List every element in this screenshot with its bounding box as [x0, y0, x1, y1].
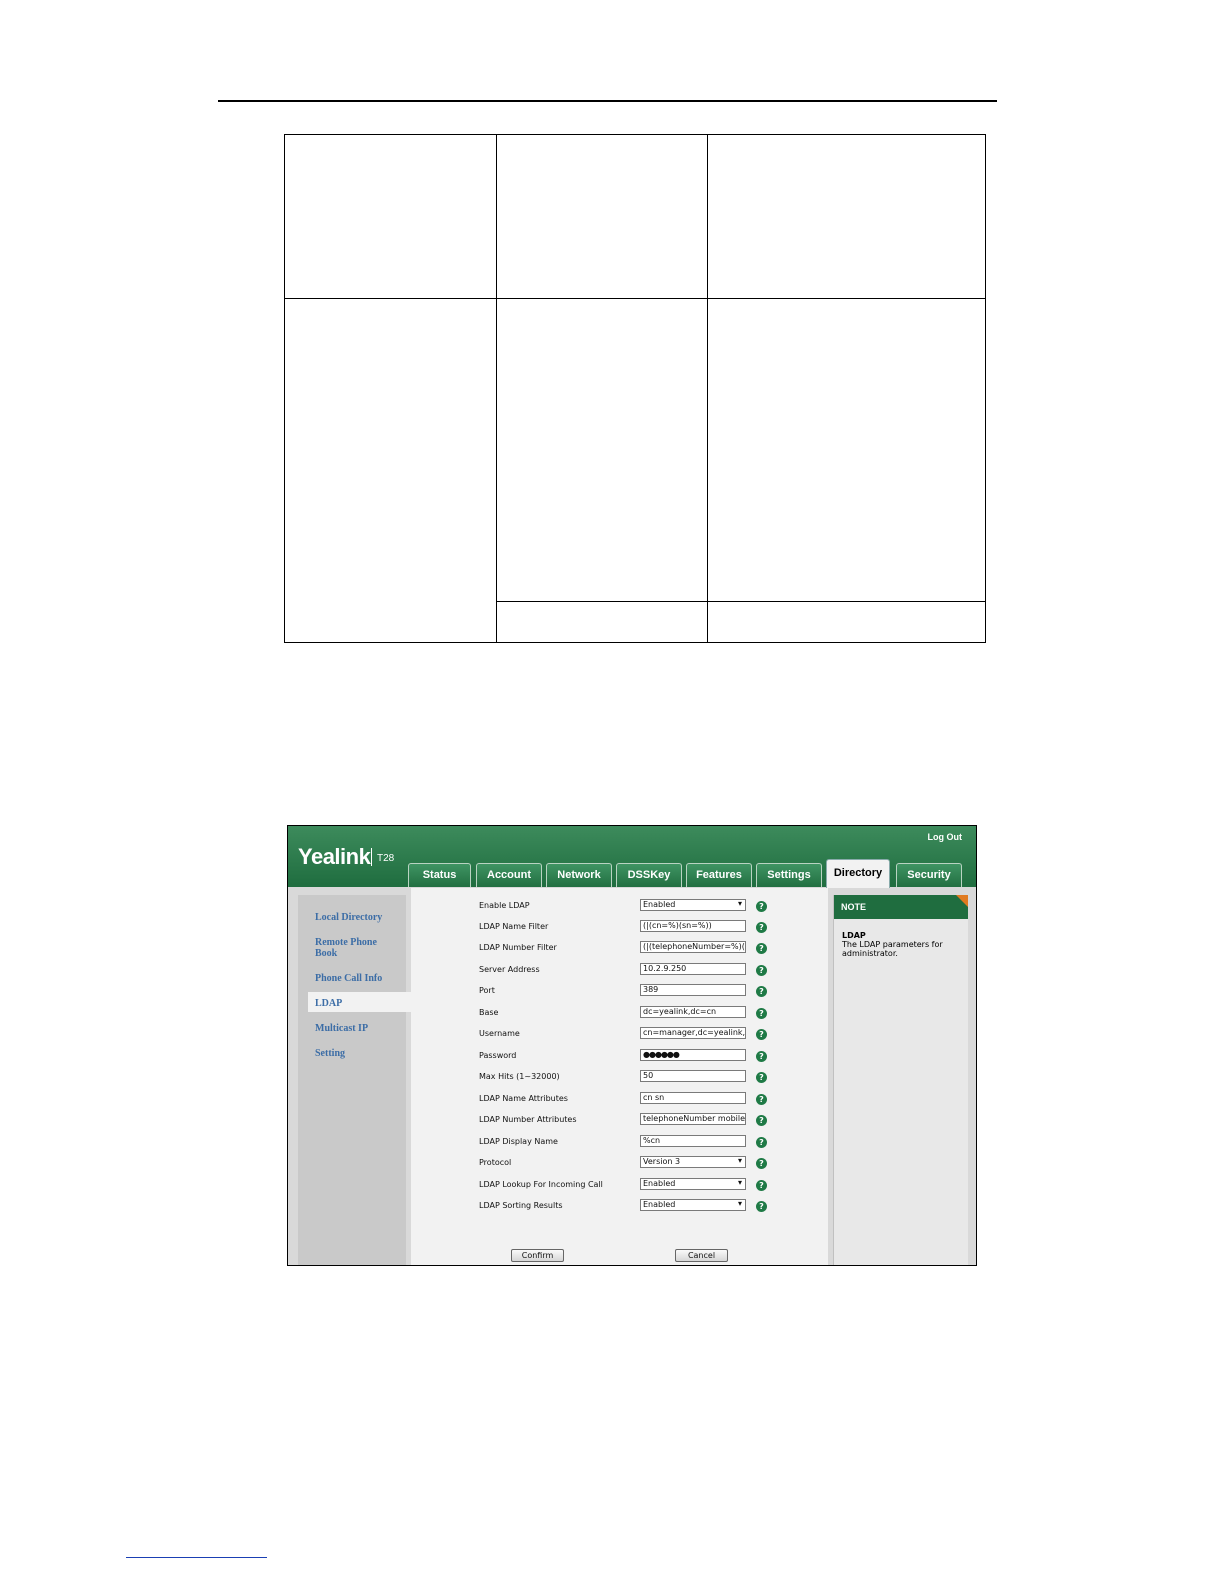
sidebar-item-local-directory[interactable]: Local Directory — [315, 912, 382, 923]
model-label: T28 — [377, 853, 395, 864]
ldap-number-attributes-input[interactable]: telephoneNumber mobile ip — [640, 1113, 746, 1125]
field-label-ldap-name-attributes: LDAP Name Attributes — [479, 1094, 568, 1103]
ldap-sorting-results-select[interactable]: Enabled — [640, 1199, 746, 1211]
help-icon[interactable]: ? — [756, 1072, 767, 1083]
tab-directory[interactable]: Directory — [826, 859, 890, 888]
help-icon[interactable]: ? — [756, 901, 767, 912]
cancel-button[interactable]: Cancel — [675, 1249, 728, 1262]
protocol-select[interactable]: Version 3 — [640, 1156, 746, 1168]
enable-ldap-select[interactable]: Enabled — [640, 899, 746, 911]
table-row-divider-1 — [285, 298, 985, 299]
note-panel: NOTE LDAP The LDAP parameters for admini… — [833, 895, 968, 1265]
tab-account[interactable]: Account — [476, 863, 542, 887]
field-label-ldap-number-filter: LDAP Number Filter — [479, 943, 557, 952]
field-label-protocol: Protocol — [479, 1158, 512, 1167]
header-rule — [218, 100, 997, 102]
field-label-server-address: Server Address — [479, 965, 540, 974]
yealink-logo: Yealink — [298, 844, 371, 869]
ldap-number-filter-input[interactable]: (|(telephoneNumber=%)(m — [640, 941, 746, 953]
field-label-enable-ldap: Enable LDAP — [479, 901, 530, 910]
field-label-ldap-number-attributes: LDAP Number Attributes — [479, 1115, 577, 1124]
help-icon[interactable]: ? — [756, 943, 767, 954]
top-bar: Yealink T28 Log Out Status Account Netwo… — [288, 826, 976, 888]
note-corner-icon — [956, 895, 968, 907]
help-icon[interactable]: ? — [756, 922, 767, 933]
help-icon[interactable]: ? — [756, 1051, 767, 1062]
tab-network[interactable]: Network — [546, 863, 612, 887]
sidebar-item-setting[interactable]: Setting — [315, 1048, 345, 1059]
sidebar-item-phone-call-info[interactable]: Phone Call Info — [315, 973, 382, 984]
tab-status[interactable]: Status — [408, 863, 471, 887]
max-hits-input[interactable]: 50 — [640, 1070, 746, 1082]
footer-link-rule — [126, 1557, 267, 1558]
help-icon[interactable]: ? — [756, 1094, 767, 1105]
sidebar-item-ldap[interactable]: LDAP — [315, 998, 342, 1009]
help-icon[interactable]: ? — [756, 1115, 767, 1126]
tab-security[interactable]: Security — [896, 863, 962, 887]
document-table — [284, 134, 986, 643]
base-input[interactable]: dc=yealink,dc=cn — [640, 1006, 746, 1018]
logo-separator — [371, 848, 372, 866]
ldap-lookup-incoming-call-select[interactable]: Enabled — [640, 1178, 746, 1190]
password-input[interactable]: ●●●●●● — [640, 1049, 746, 1061]
note-header: NOTE — [834, 895, 968, 919]
ldap-screenshot: Yealink T28 Log Out Status Account Netwo… — [287, 825, 977, 1266]
ldap-display-name-input[interactable]: %cn — [640, 1135, 746, 1147]
username-input[interactable]: cn=manager,dc=yealink,dc= — [640, 1027, 746, 1039]
field-label-ldap-display-name: LDAP Display Name — [479, 1137, 558, 1146]
field-label-max-hits: Max Hits (1~32000) — [479, 1072, 560, 1081]
field-label-base: Base — [479, 1008, 499, 1017]
field-label-port: Port — [479, 986, 495, 995]
help-icon[interactable]: ? — [756, 965, 767, 976]
sidebar-item-multicast-ip[interactable]: Multicast IP — [315, 1023, 368, 1034]
logout-link[interactable]: Log Out — [928, 832, 963, 842]
help-icon[interactable]: ? — [756, 986, 767, 997]
table-row-divider-2 — [496, 601, 985, 602]
note-title: LDAP — [842, 931, 866, 940]
table-col-divider-1 — [496, 135, 497, 642]
field-label-ldap-lookup-incoming-call: LDAP Lookup For Incoming Call — [479, 1180, 603, 1189]
tab-features[interactable]: Features — [686, 863, 752, 887]
ldap-name-filter-input[interactable]: (|(cn=%)(sn=%)) — [640, 920, 746, 932]
help-icon[interactable]: ? — [756, 1137, 767, 1148]
tab-settings[interactable]: Settings — [756, 863, 822, 887]
help-icon[interactable]: ? — [756, 1158, 767, 1169]
note-text: The LDAP parameters for administrator. — [842, 940, 943, 958]
field-label-password: Password — [479, 1051, 517, 1060]
help-icon[interactable]: ? — [756, 1180, 767, 1191]
help-icon[interactable]: ? — [756, 1201, 767, 1212]
field-label-ldap-name-filter: LDAP Name Filter — [479, 922, 549, 931]
sidebar-item-remote-phone-book[interactable]: Remote Phone Book — [315, 937, 395, 959]
help-icon[interactable]: ? — [756, 1008, 767, 1019]
port-input[interactable]: 389 — [640, 984, 746, 996]
tab-dsskey[interactable]: DSSKey — [616, 863, 682, 887]
field-label-ldap-sorting-results: LDAP Sorting Results — [479, 1201, 563, 1210]
server-address-input[interactable]: 10.2.9.250 — [640, 963, 746, 975]
help-icon[interactable]: ? — [756, 1029, 767, 1040]
table-col-divider-2 — [707, 135, 708, 642]
confirm-button[interactable]: Confirm — [511, 1249, 564, 1262]
field-label-username: Username — [479, 1029, 520, 1038]
ldap-name-attributes-input[interactable]: cn sn — [640, 1092, 746, 1104]
